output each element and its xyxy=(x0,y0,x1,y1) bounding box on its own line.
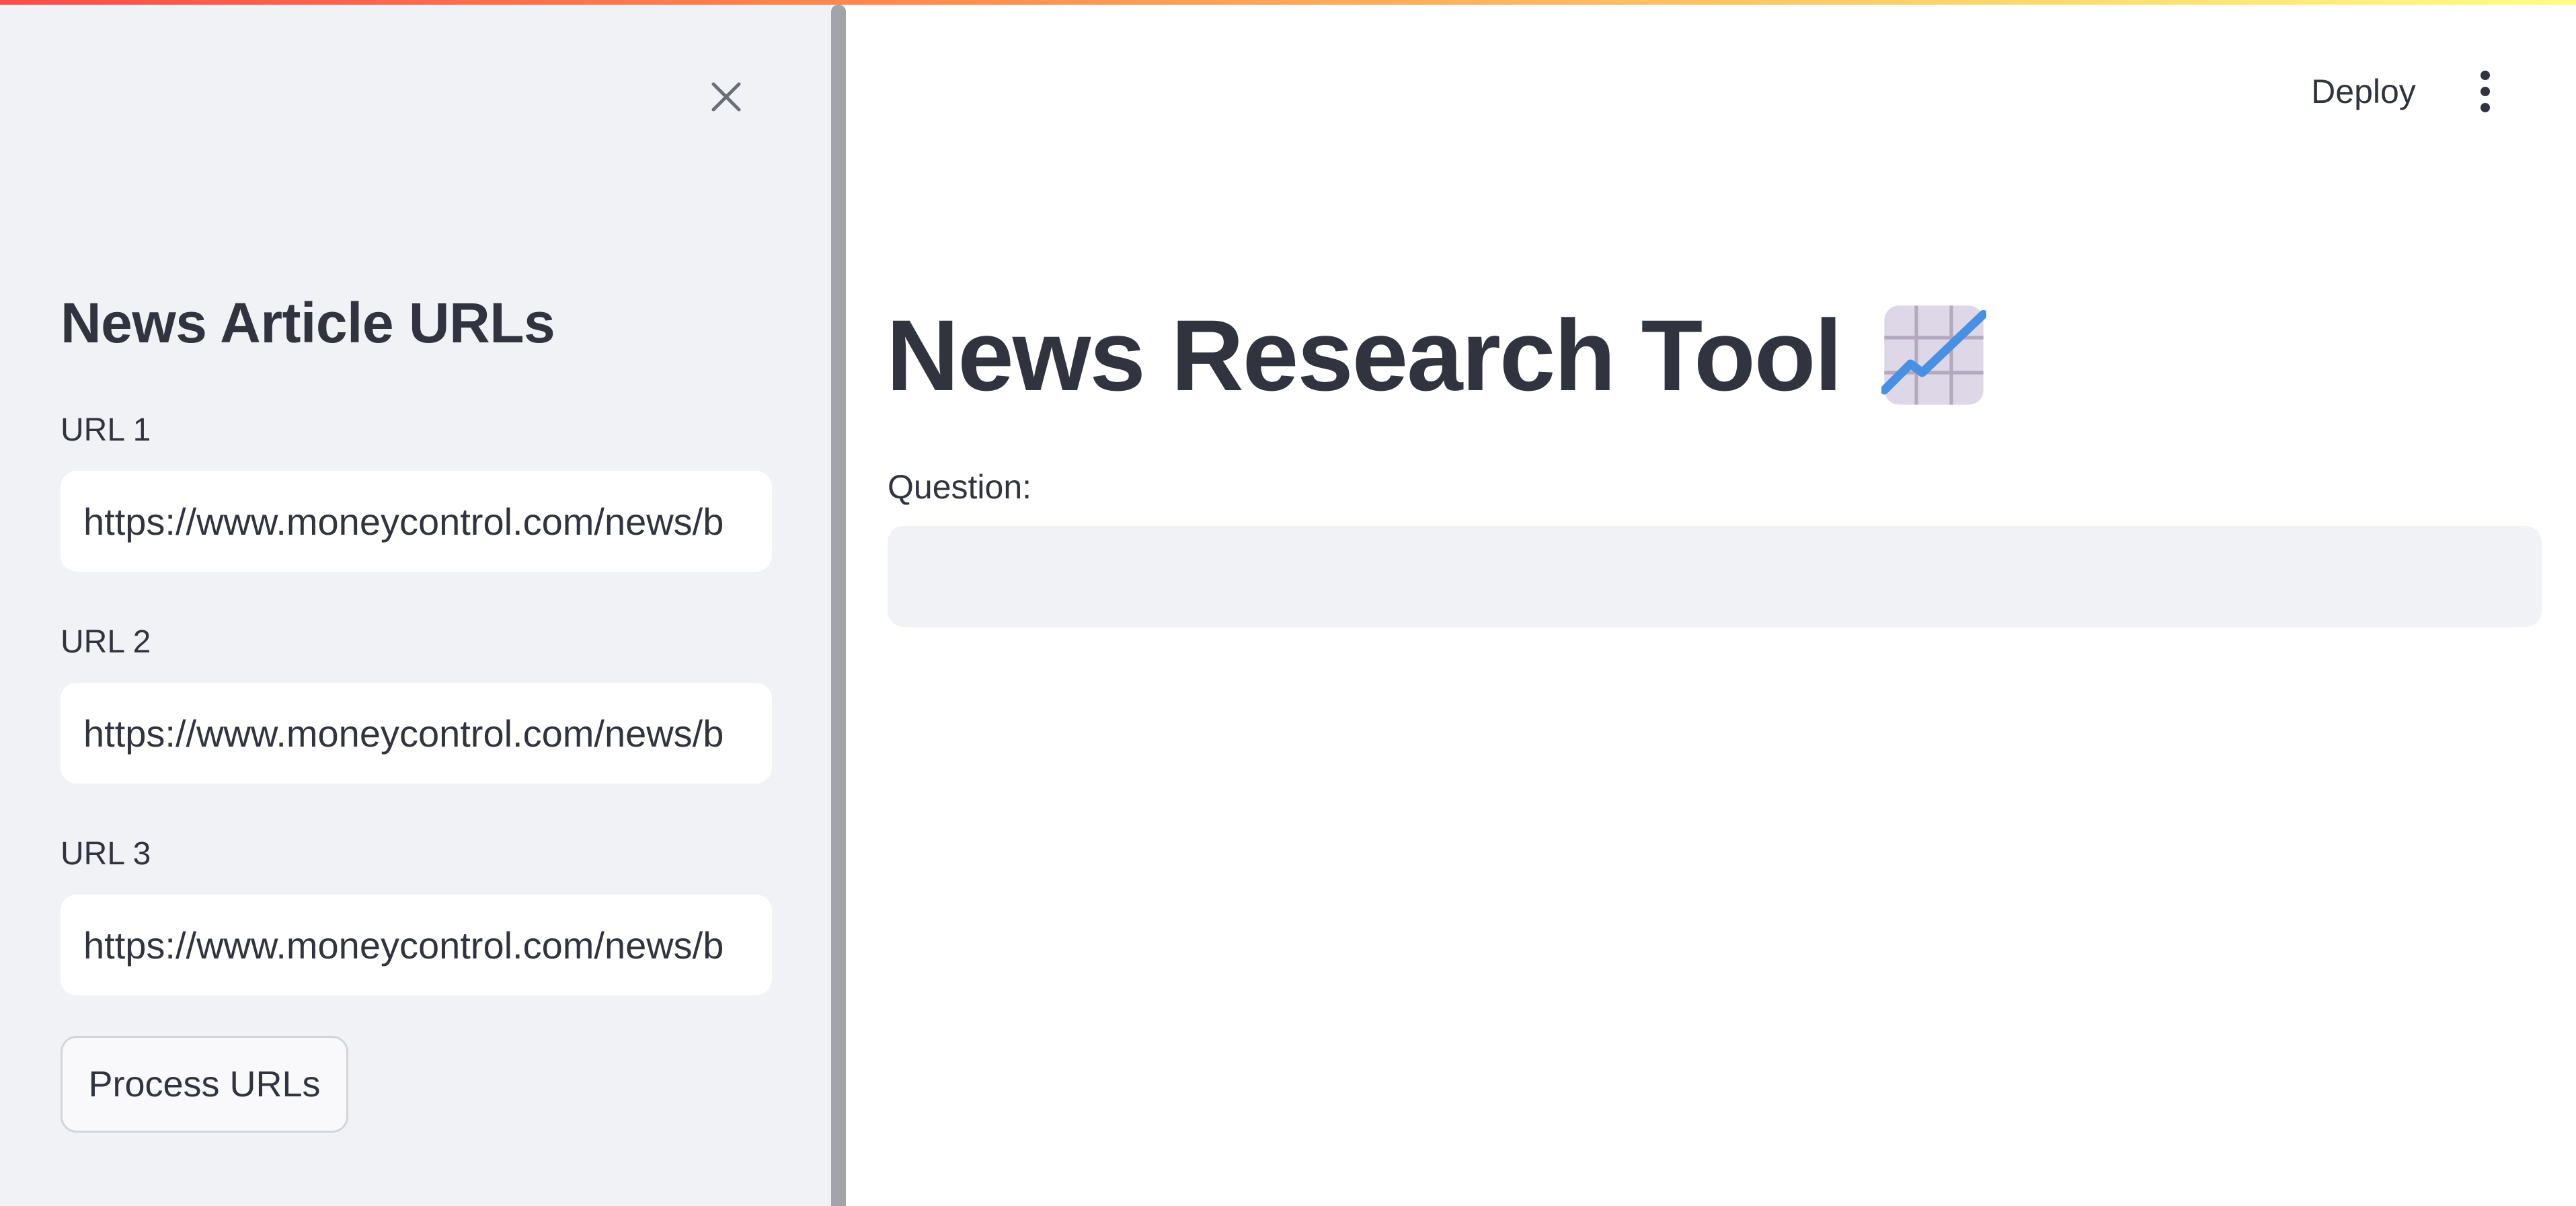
page-title: News Research Tool xyxy=(886,295,1987,416)
vertical-ellipsis-icon xyxy=(2481,71,2490,80)
vertical-ellipsis-dot xyxy=(2481,103,2490,112)
chart-increasing-icon xyxy=(1881,305,1987,405)
main-menu-button[interactable] xyxy=(2465,65,2505,118)
url-2-label: URL 2 xyxy=(61,624,151,660)
top-accent-bar xyxy=(0,0,2576,5)
close-icon xyxy=(711,82,741,112)
question-label: Question: xyxy=(888,468,1032,506)
sidebar-resize-handle[interactable] xyxy=(831,5,846,1206)
url-3-label: URL 3 xyxy=(61,836,151,872)
sidebar: News Article URLs URL 1 URL 2 URL 3 Proc… xyxy=(0,0,831,1206)
vertical-ellipsis-dot xyxy=(2481,87,2490,96)
url-1-label: URL 1 xyxy=(61,412,151,448)
url-3-input[interactable] xyxy=(61,895,772,995)
question-input[interactable] xyxy=(888,526,2542,627)
sidebar-title: News Article URLs xyxy=(61,291,555,354)
close-sidebar-button[interactable] xyxy=(705,75,748,118)
process-urls-button[interactable]: Process URLs xyxy=(61,1036,348,1133)
url-2-input[interactable] xyxy=(61,683,772,784)
url-1-input[interactable] xyxy=(61,471,772,572)
deploy-button[interactable]: Deploy xyxy=(2286,65,2441,118)
page-title-text: News Research Tool xyxy=(886,299,1842,412)
